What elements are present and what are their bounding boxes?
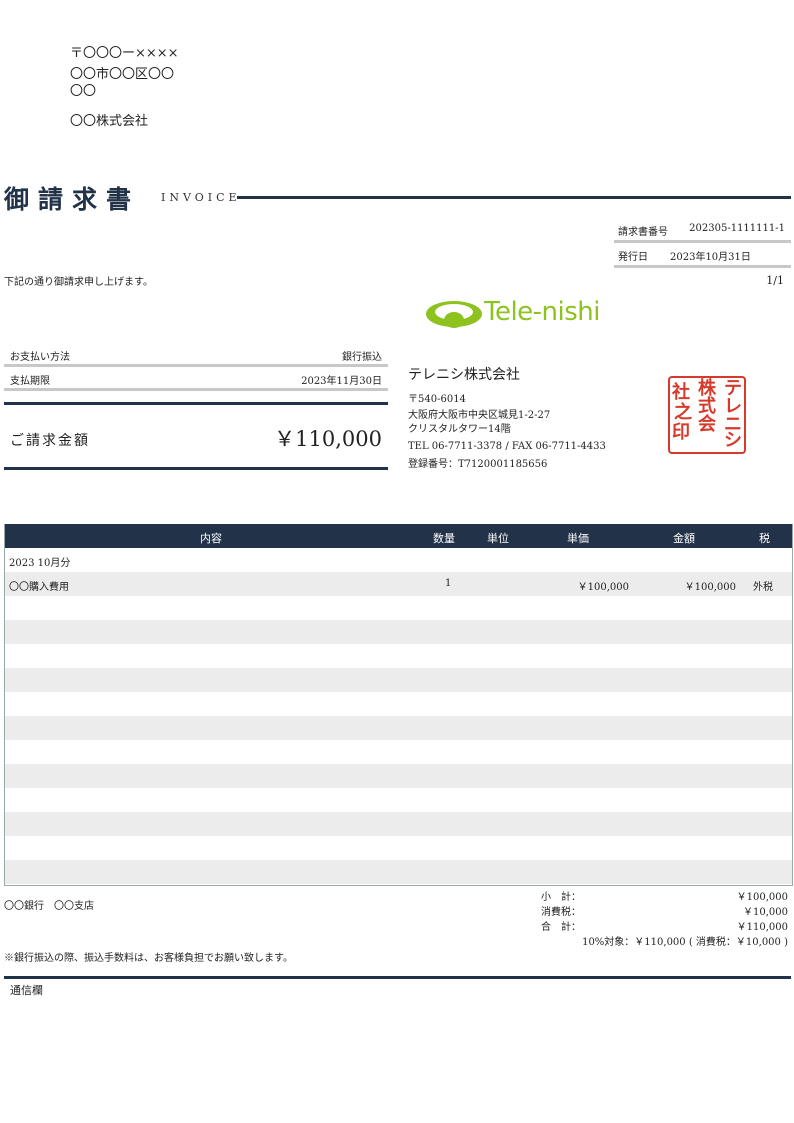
company-logo: Tele-nishi [424, 296, 604, 332]
invoice-number-label: 請求書番号 [618, 227, 668, 238]
company-address-2: クリスタルタワー14階 [408, 424, 511, 435]
invoice-number-value: 202305-1111111-1 [689, 223, 785, 234]
table-row [5, 716, 792, 740]
total-label: ご請求金額 [10, 433, 90, 449]
cell-desc: 2023 10月分 [9, 558, 71, 569]
table-header: 内容 数量 単位 単価 金額 税 [5, 524, 792, 548]
table-row [5, 692, 792, 716]
company-phone: TEL 06-7711-3378 / FAX 06-7711-4433 [408, 441, 606, 452]
total-amount-box: ご請求金額 ￥110,000 [4, 402, 388, 470]
issue-date-label: 発行日 [618, 252, 648, 263]
memo-label: 通信欄 [10, 984, 43, 997]
greeting-text: 下記の通り御請求申し上げます。 [4, 277, 153, 288]
company-postal: 〒540-6014 [408, 394, 466, 405]
page-title: 御請求書 [4, 185, 141, 214]
title-rule [237, 196, 791, 199]
cell-tax: 外税 [753, 582, 773, 593]
company-name: テレニシ株式会社 [408, 367, 520, 383]
tax-label: 消費税： [541, 907, 581, 918]
payment-due-label: 支払期限 [10, 376, 50, 387]
cell-desc: 〇〇購入費用 [9, 582, 69, 593]
grand-total-label: 合 計： [541, 922, 581, 933]
table-row [5, 620, 792, 644]
header-content: 内容 [200, 532, 222, 545]
recipient-postal: 〒〇〇〇ー×××× [70, 46, 179, 61]
cell-price: ￥100,000 [577, 582, 629, 593]
header-amount: 金額 [673, 532, 695, 545]
logo-mark-icon [426, 301, 482, 328]
grand-total-value: ￥110,000 [736, 922, 788, 933]
issue-date-row: 発行日 2023年10月31日 [614, 243, 791, 268]
header-tax: 税 [759, 532, 770, 545]
stamp-char: 印 [672, 422, 690, 443]
payment-method-label: お支払い方法 [10, 352, 70, 363]
subtotal-value: ￥100,000 [736, 892, 788, 903]
company-registration: 登録番号：T7120001185656 [408, 459, 548, 470]
payment-method-value: 銀行振込 [342, 352, 382, 363]
stamp-char: シ [724, 430, 742, 451]
payment-method-row: お支払い方法 銀行振込 [4, 345, 388, 367]
page-subtitle: INVOICE [161, 191, 241, 204]
line-items-table: 内容 数量 単位 単価 金額 税 2023 10月分 〇〇購入費用 1 ￥100,00… [4, 524, 793, 886]
total-amount: ￥110,000 [274, 427, 382, 451]
memo-rule [4, 976, 791, 979]
header-unit-price: 単価 [567, 532, 589, 545]
table-row [5, 644, 792, 668]
payment-due-row: 支払期限 2023年11月30日 [4, 369, 388, 391]
recipient-city: 〇〇市〇〇区〇〇 [70, 67, 175, 82]
table-row [5, 668, 792, 692]
stamp-char: 社 [672, 382, 690, 403]
table-row [5, 740, 792, 764]
cell-amount: ￥100,000 [684, 582, 736, 593]
invoice-number-row: 請求書番号 202305-1111111-1 [614, 218, 791, 243]
stamp-char: 之 [674, 402, 692, 423]
table-row [5, 836, 792, 860]
company-seal-stamp: テ レ ニ シ 株 式 会 社 印 之 [668, 376, 746, 454]
table-row: 2023 10月分 [5, 548, 792, 572]
payment-due-value: 2023年11月30日 [301, 376, 382, 387]
bank-info: 〇〇銀行 〇〇支店 [4, 901, 94, 912]
subtotal-label: 小 計： [541, 892, 581, 903]
logo-text: Tele-nishi [484, 297, 601, 327]
header-quantity: 数量 [433, 532, 455, 545]
table-row: 〇〇購入費用 1 ￥100,000 ￥100,000 外税 [5, 572, 792, 596]
table-row [5, 812, 792, 836]
header-unit: 単位 [487, 532, 509, 545]
table-row [5, 860, 792, 884]
recipient-company: 〇〇株式会社 [70, 114, 149, 129]
cell-qty: 1 [445, 578, 452, 589]
table-row [5, 764, 792, 788]
tax-value: ￥10,000 [743, 907, 788, 918]
page-number: 1/1 [766, 274, 784, 287]
tax-breakdown: 10%対象：￥110,000 ( 消費税：￥10,000 ) [582, 937, 788, 948]
table-row [5, 788, 792, 812]
recipient-street: 〇〇 [70, 84, 97, 99]
transfer-fee-note: ※銀行振込の際、振込手数料は、お客様負担でお願い致します。 [4, 953, 293, 964]
issue-date-value: 2023年10月31日 [670, 252, 751, 263]
table-row [5, 596, 792, 620]
stamp-char: 会 [698, 414, 716, 435]
